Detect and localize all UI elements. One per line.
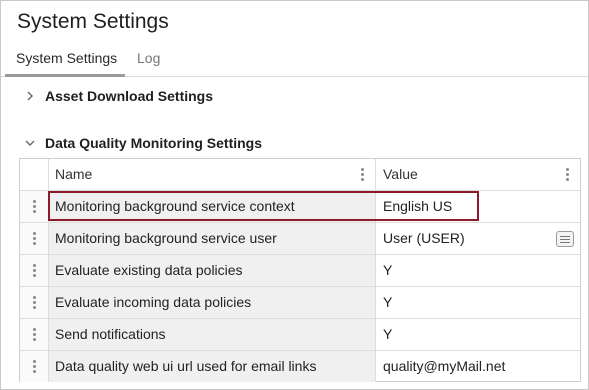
- setting-name: Evaluate existing data policies: [49, 255, 376, 286]
- column-header-label: Value: [383, 166, 418, 182]
- settings-window: System Settings System Settings Log Asse…: [0, 0, 589, 390]
- section-label: Data Quality Monitoring Settings: [45, 135, 263, 151]
- drag-handle-icon[interactable]: [33, 232, 36, 246]
- setting-value-cell[interactable]: User (USER): [376, 223, 580, 254]
- setting-name: Data quality web ui url used for email l…: [49, 351, 376, 382]
- setting-name: Monitoring background service user: [49, 223, 376, 254]
- table-row[interactable]: Evaluate incoming data policies Y: [20, 287, 580, 319]
- setting-name: Send notifications: [49, 319, 376, 350]
- row-handle[interactable]: [20, 287, 49, 318]
- active-tab-indicator: [5, 74, 125, 77]
- header-handle-cell: [20, 159, 49, 190]
- page-title: System Settings: [17, 10, 169, 33]
- row-handle[interactable]: [20, 319, 49, 350]
- tab-log[interactable]: Log: [137, 50, 160, 66]
- drag-handle-icon[interactable]: [33, 264, 36, 278]
- tab-system-settings[interactable]: System Settings: [16, 50, 117, 66]
- row-handle[interactable]: [20, 223, 49, 254]
- column-header-name[interactable]: Name: [49, 159, 376, 190]
- chevron-right-icon: [27, 91, 33, 101]
- drag-handle-icon[interactable]: [33, 360, 36, 374]
- row-handle[interactable]: [20, 351, 49, 382]
- setting-name: Evaluate incoming data policies: [49, 287, 376, 318]
- section-data-quality[interactable]: Data Quality Monitoring Settings: [23, 133, 262, 153]
- table-row[interactable]: Monitoring background service context En…: [20, 191, 580, 223]
- tab-bar: System Settings Log: [1, 47, 588, 77]
- setting-value[interactable]: quality@myMail.net: [376, 351, 580, 382]
- section-label: Asset Download Settings: [45, 88, 214, 104]
- drag-handle-icon[interactable]: [33, 296, 36, 310]
- setting-value[interactable]: Y: [376, 319, 580, 350]
- column-header-value[interactable]: Value: [376, 159, 580, 190]
- drag-handle-icon[interactable]: [33, 200, 36, 214]
- column-menu-icon[interactable]: [361, 168, 364, 182]
- table-row[interactable]: Send notifications Y: [20, 319, 580, 351]
- chevron-down-icon: [25, 140, 35, 146]
- grid-header-row: Name Value: [20, 159, 580, 191]
- table-row[interactable]: Data quality web ui url used for email l…: [20, 351, 580, 383]
- setting-value: User (USER): [383, 230, 465, 246]
- table-row[interactable]: Evaluate existing data policies Y: [20, 255, 580, 287]
- table-row[interactable]: Monitoring background service user User …: [20, 223, 580, 255]
- settings-grid: Name Value Monitoring background service…: [19, 158, 581, 382]
- picker-icon[interactable]: [556, 231, 574, 247]
- section-asset-download[interactable]: Asset Download Settings: [23, 86, 213, 106]
- setting-value[interactable]: Y: [376, 287, 580, 318]
- setting-value[interactable]: Y: [376, 255, 580, 286]
- row-handle[interactable]: [20, 255, 49, 286]
- drag-handle-icon[interactable]: [33, 328, 36, 342]
- row-handle[interactable]: [20, 191, 49, 222]
- column-menu-icon[interactable]: [566, 168, 569, 182]
- column-header-label: Name: [55, 166, 93, 182]
- setting-value[interactable]: English US: [376, 191, 580, 222]
- setting-name: Monitoring background service context: [49, 191, 376, 222]
